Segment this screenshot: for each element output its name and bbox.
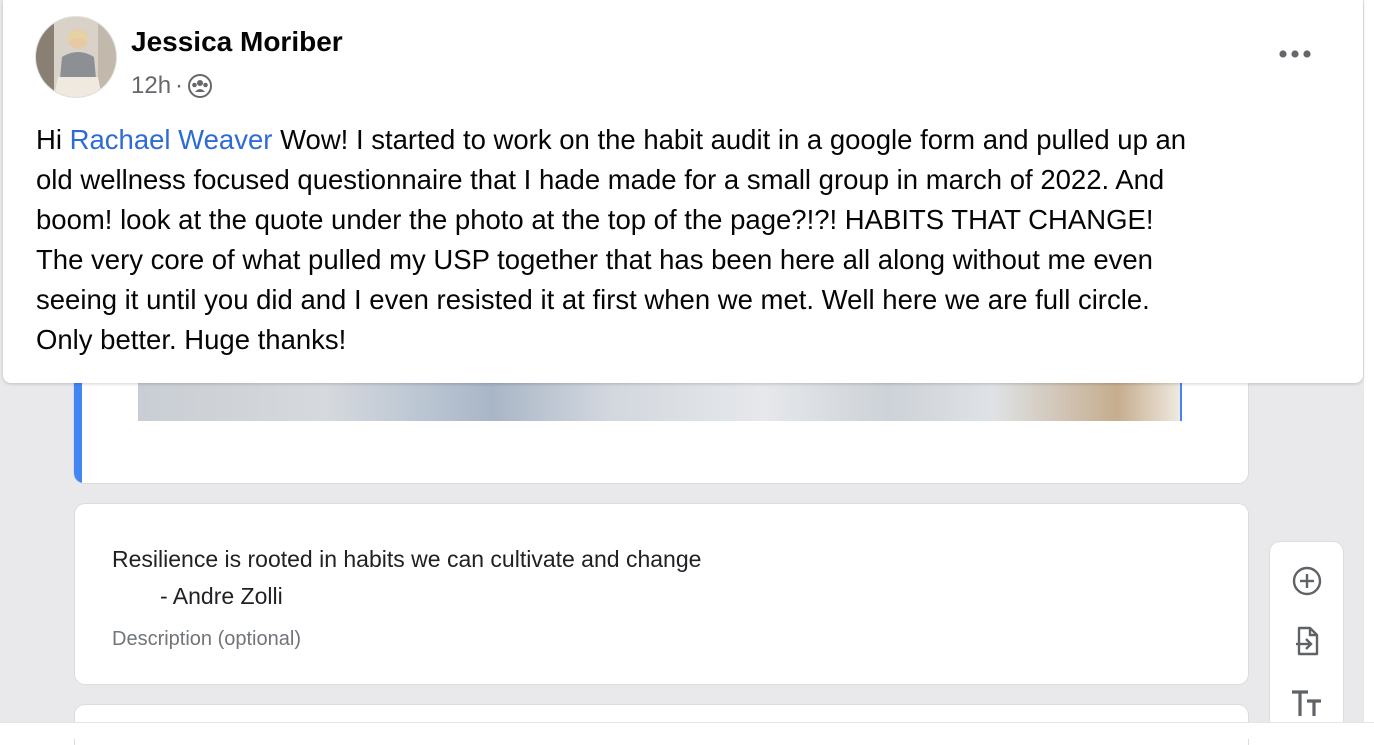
post-greeting: Hi — [36, 124, 62, 155]
post-line: boom! look at the quote under the photo … — [36, 204, 1154, 235]
post-timestamp[interactable]: 12h — [131, 72, 171, 100]
import-questions-icon[interactable] — [1290, 624, 1324, 658]
post-body: Hi Rachael Weaver Wow! I started to work… — [36, 120, 1346, 360]
post-line: seeing it until you did and I even resis… — [36, 284, 1150, 315]
form-quote-card: Resilience is rooted in habits we can cu… — [75, 504, 1248, 684]
add-question-icon[interactable] — [1290, 564, 1324, 598]
post-meta: 12h · — [131, 72, 213, 100]
post-line: Only better. Huge thanks! — [36, 324, 347, 355]
description-field[interactable]: Description (optional) — [112, 628, 301, 651]
more-icon[interactable] — [1273, 36, 1317, 72]
post-line: old wellness focused questionnaire that … — [36, 164, 1165, 195]
facebook-post: Jessica Moriber 12h · Hi Rachael Weaver … — [3, 0, 1363, 383]
group-icon — [187, 73, 213, 99]
quote-attribution: - Andre Zolli — [160, 583, 283, 609]
add-title-icon[interactable] — [1290, 686, 1324, 720]
form-side-toolbar — [1270, 542, 1343, 732]
bottom-edge — [0, 722, 1374, 739]
post-line: Wow! I started to work on the habit audi… — [280, 124, 1187, 155]
avatar[interactable] — [36, 17, 116, 97]
post-line: The very core of what pulled my USP toge… — [36, 244, 1153, 275]
mention-link[interactable]: Rachael Weaver — [70, 124, 273, 155]
quote-text: Resilience is rooted in habits we can cu… — [112, 546, 702, 572]
meta-separator: · — [175, 72, 184, 99]
author-name[interactable]: Jessica Moriber — [131, 26, 343, 58]
